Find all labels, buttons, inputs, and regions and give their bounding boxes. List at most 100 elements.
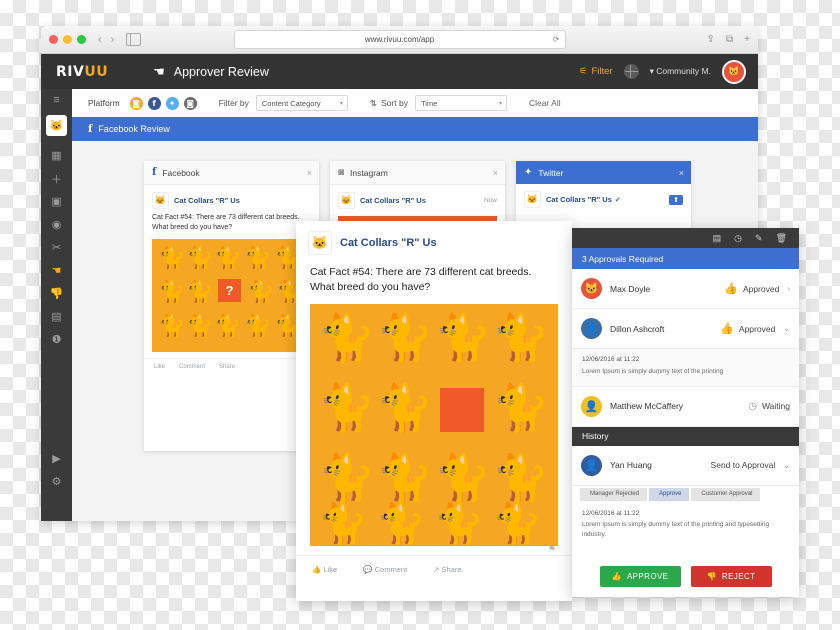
- window-controls[interactable]: [49, 35, 86, 44]
- post-image: 🐈 🐈 🐈 🐈 🐈 🐈 🐈 ? 🐈 🐈 🐈 🐈 🐈 🐈 🐈: [152, 239, 311, 353]
- facebook-icon[interactable]: f: [147, 96, 161, 110]
- app-header: RIVUU ☚ Approver Review ⚟ Filter ▾ Commu…: [41, 54, 758, 89]
- clock-icon[interactable]: ◷: [734, 233, 742, 244]
- thumbs-down-icon: 👎: [706, 572, 717, 581]
- like-action[interactable]: 👍 Like: [312, 565, 337, 574]
- comment-label: Comment: [374, 564, 408, 574]
- left-rail: ≡ 🐱 ▦ ＋ ▣ ◉ ✂ ☚ 👎 ▤ ❶ ▶ ⚙: [41, 89, 72, 521]
- filter-button[interactable]: ⚟ Filter: [579, 66, 613, 77]
- chevron-down-icon: ▾: [339, 100, 343, 107]
- post-author: Cat Collars "R" Us: [340, 237, 437, 249]
- new-tab-icon[interactable]: +: [744, 34, 750, 45]
- note-body: Lorem Ipsum is simply dummy text of the …: [582, 367, 724, 375]
- verified-icon: ✔: [614, 196, 621, 204]
- column-header-twitter: ✦ Twitter ×: [516, 161, 691, 184]
- instagram-icon: ◙: [338, 167, 345, 178]
- upload-icon[interactable]: ⬆: [669, 194, 683, 205]
- close-icon[interactable]: ×: [307, 168, 312, 178]
- content-category-select[interactable]: Content Category ▾: [255, 95, 348, 111]
- approve-button[interactable]: 👍 APPROVE: [599, 566, 681, 587]
- close-icon[interactable]: ×: [679, 168, 684, 178]
- column-title: Instagram: [350, 167, 388, 178]
- post-actions[interactable]: Like Comment Share: [144, 358, 319, 375]
- twitter-icon: ✦: [524, 167, 533, 178]
- expanded-post-header: 🐱 Cat Collars "R" Us: [296, 221, 572, 261]
- review-bar-label: Facebook Review: [98, 124, 170, 134]
- facebook-f-icon: f: [88, 123, 93, 135]
- content-category-value: Content Category: [261, 98, 321, 108]
- sidebar-avatar[interactable]: 🐱: [46, 115, 67, 136]
- share-icon[interactable]: ⇪: [707, 34, 715, 45]
- post-author: Cat Collars "R" Us: [546, 195, 612, 204]
- approver-row[interactable]: 👤 Matthew McCaffery ◷ Waiting: [572, 387, 799, 427]
- globe-icon[interactable]: [623, 64, 639, 79]
- approver-name: Max Doyle: [610, 283, 651, 294]
- step-customer-approval[interactable]: Customer Approval: [691, 487, 761, 501]
- filter-icon: ⚟: [578, 66, 588, 77]
- instagram-icon[interactable]: ◙: [129, 96, 143, 110]
- sidebar-item-eye[interactable]: ◉: [41, 213, 72, 236]
- minimize-window-button[interactable]: [63, 35, 72, 44]
- edit-icon[interactable]: ✎: [755, 233, 763, 244]
- sort-time-select[interactable]: Time ▾: [414, 95, 507, 111]
- sidebar-item-video[interactable]: ▶: [41, 447, 72, 470]
- sidebar-item-alert[interactable]: ❶: [41, 328, 72, 351]
- sidebar-item-calendar[interactable]: ▤: [41, 305, 72, 328]
- sidebar-item-image[interactable]: ▣: [41, 190, 72, 213]
- sidebar-item-add[interactable]: ＋: [41, 167, 72, 190]
- chevron-down-icon[interactable]: ⌄: [783, 461, 790, 470]
- community-selector[interactable]: ▾ Community M.: [650, 66, 711, 77]
- share-action[interactable]: Share: [219, 364, 235, 370]
- twitter-icon[interactable]: ✦: [165, 96, 179, 110]
- browser-titlebar: ‹ › www.rivuu.com/app ⟳ ⇪ ⧉ +: [41, 26, 758, 54]
- workflow-steps: Manager Rejected Approve Customer Approv…: [572, 486, 799, 503]
- step-manager-rejected[interactable]: Manager Rejected: [580, 487, 648, 501]
- reload-icon[interactable]: ⟳: [553, 35, 560, 44]
- close-icon[interactable]: ×: [493, 168, 498, 178]
- avatar[interactable]: 🐱: [722, 59, 746, 84]
- maximize-window-button[interactable]: [77, 35, 86, 44]
- share-label: Share: [441, 564, 462, 574]
- post-image: 🐈 🐈 🐈 🐈 🐈 🐈 🐈 🐈 🐈 🐈 🐈 🐈 🐈 🐈 🐈: [310, 303, 558, 546]
- flag-icon[interactable]: ⚑: [548, 544, 556, 555]
- approver-status: Approved: [738, 323, 776, 334]
- thumbs-up-icon: 👍: [611, 572, 622, 581]
- like-action[interactable]: Like: [154, 364, 165, 370]
- reject-button[interactable]: 👎 REJECT: [690, 566, 772, 587]
- logo-accent: UU: [84, 63, 109, 80]
- history-row[interactable]: 👤 Yan Huang Send to Approval ⌄: [572, 446, 799, 486]
- post-avatar: 🐱: [152, 192, 169, 209]
- app-logo[interactable]: RIVUU: [56, 64, 108, 80]
- forward-icon[interactable]: ›: [111, 34, 115, 46]
- filter-by-label: Filter by: [218, 98, 249, 108]
- share-action[interactable]: ↗ Share: [433, 565, 461, 574]
- comment-action[interactable]: 💬 Comment: [363, 565, 407, 574]
- approver-row[interactable]: 🐱 Max Doyle 👍 Approved ›: [572, 269, 799, 309]
- chevron-right-icon[interactable]: ›: [787, 284, 790, 293]
- sidebar-item-grid[interactable]: ▦: [41, 144, 72, 167]
- instagram-alt-icon[interactable]: ◙: [183, 96, 197, 110]
- step-approve[interactable]: Approve: [649, 487, 690, 501]
- clear-all-button[interactable]: Clear All: [529, 98, 561, 108]
- tabs-icon[interactable]: ⧉: [726, 34, 733, 45]
- column-facebook: f Facebook × 🐱 Cat Collars "R" Us Cat Fa…: [144, 161, 319, 451]
- sidebar-item-tools[interactable]: ✂: [41, 236, 72, 259]
- expanded-post-card: 🐱 Cat Collars "R" Us Cat Fact #54: There…: [296, 221, 572, 601]
- address-bar[interactable]: www.rivuu.com/app ⟳: [233, 30, 566, 49]
- reject-button-label: REJECT: [721, 572, 756, 581]
- sort-by-group: ⇅ Sort by: [370, 98, 408, 109]
- chevron-down-icon[interactable]: ⌄: [783, 324, 790, 333]
- post-avatar: 🐱: [524, 191, 541, 208]
- close-window-button[interactable]: [49, 35, 58, 44]
- sidebar-item-approver[interactable]: ☚: [41, 259, 72, 282]
- sidebar-toggle-icon[interactable]: [126, 33, 142, 46]
- sidebar-item-menu[interactable]: ≡: [41, 89, 72, 111]
- avatar: 👤: [581, 395, 602, 417]
- sidebar-item-settings[interactable]: ⚙: [41, 470, 72, 493]
- calendar-icon[interactable]: ▤: [713, 233, 722, 244]
- back-icon[interactable]: ‹: [98, 34, 102, 46]
- sidebar-item-thumbs-down[interactable]: 👎: [41, 282, 72, 305]
- trash-icon[interactable]: 🗑: [776, 233, 787, 244]
- comment-action[interactable]: Comment: [179, 364, 205, 370]
- approver-row[interactable]: 👤 Dillon Ashcroft 👍 Approved ⌄: [572, 309, 799, 349]
